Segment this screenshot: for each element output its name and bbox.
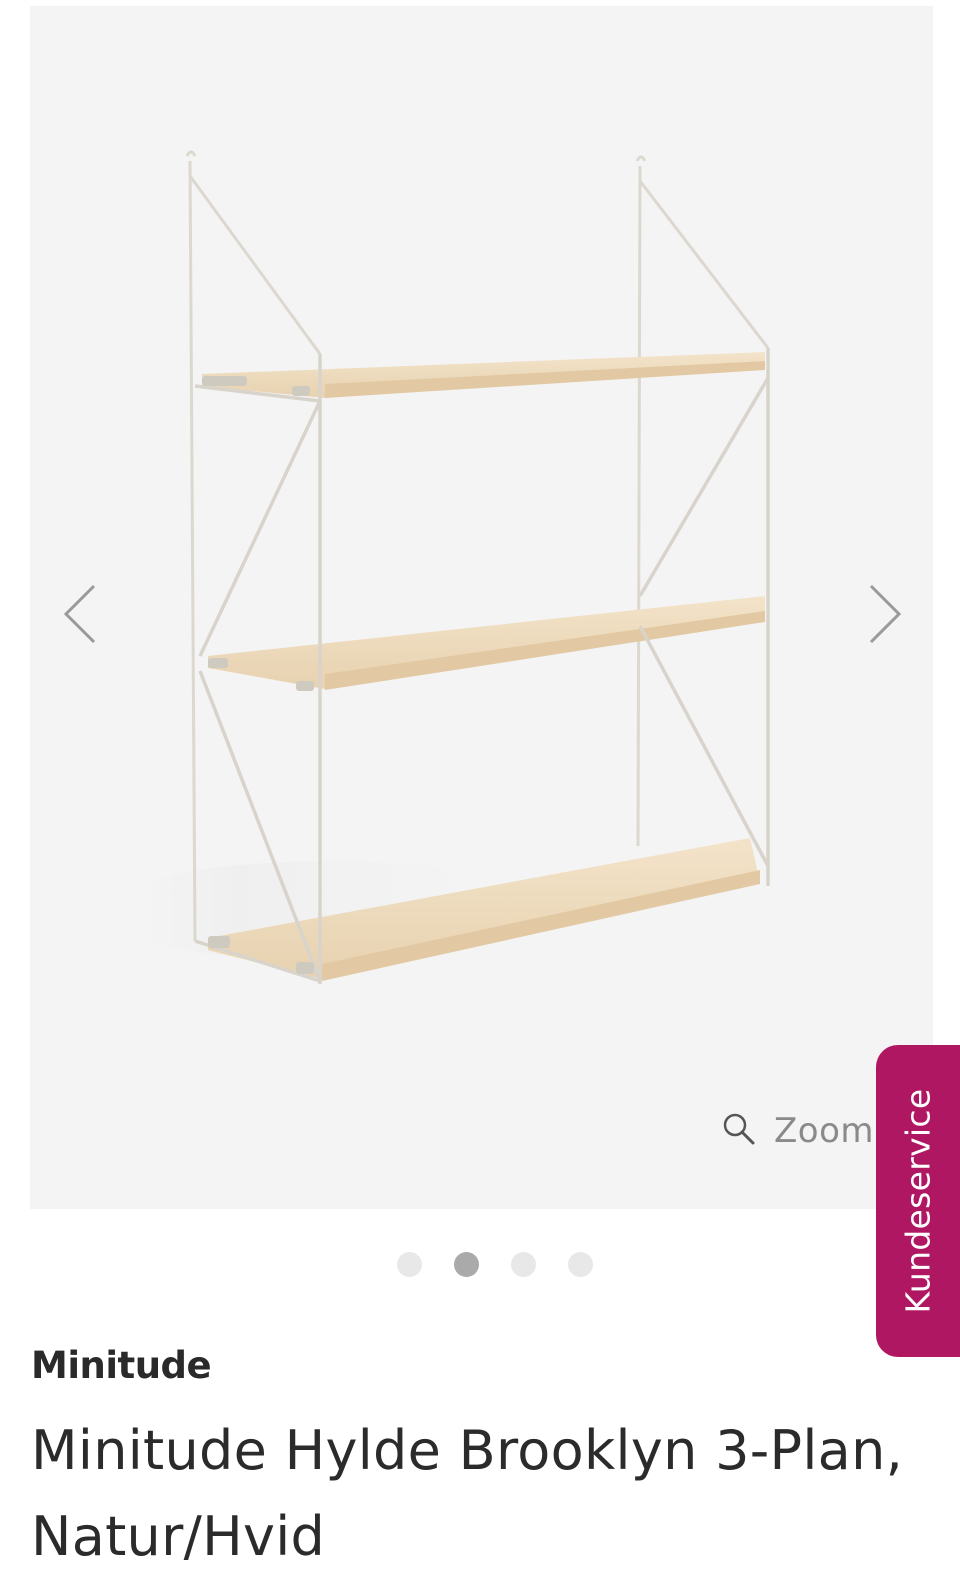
customer-service-tab[interactable]: Kundeservice (876, 1045, 960, 1357)
chevron-left-icon (60, 582, 100, 650)
pagination-dot[interactable] (568, 1252, 593, 1277)
zoom-button[interactable]: Zoom (722, 1106, 874, 1156)
customer-service-label: Kundeservice (898, 1088, 938, 1314)
previous-image-button[interactable] (50, 576, 110, 656)
magnifier-icon (722, 1112, 756, 1150)
chevron-right-icon (865, 582, 905, 650)
pagination-dot[interactable] (511, 1252, 536, 1277)
product-title: Minitude Hylde Brooklyn 3-Plan, Natur/Hv… (31, 1419, 904, 1568)
zoom-label: Zoom (774, 1111, 875, 1151)
product-brand[interactable]: Minitude (31, 1344, 212, 1387)
pagination-dot-active[interactable] (454, 1252, 479, 1277)
pagination-dot[interactable] (397, 1252, 422, 1277)
next-image-button[interactable] (855, 576, 915, 656)
product-image (100, 150, 770, 984)
image-pagination (0, 1252, 960, 1278)
product-gallery: Zoom (30, 6, 933, 1209)
